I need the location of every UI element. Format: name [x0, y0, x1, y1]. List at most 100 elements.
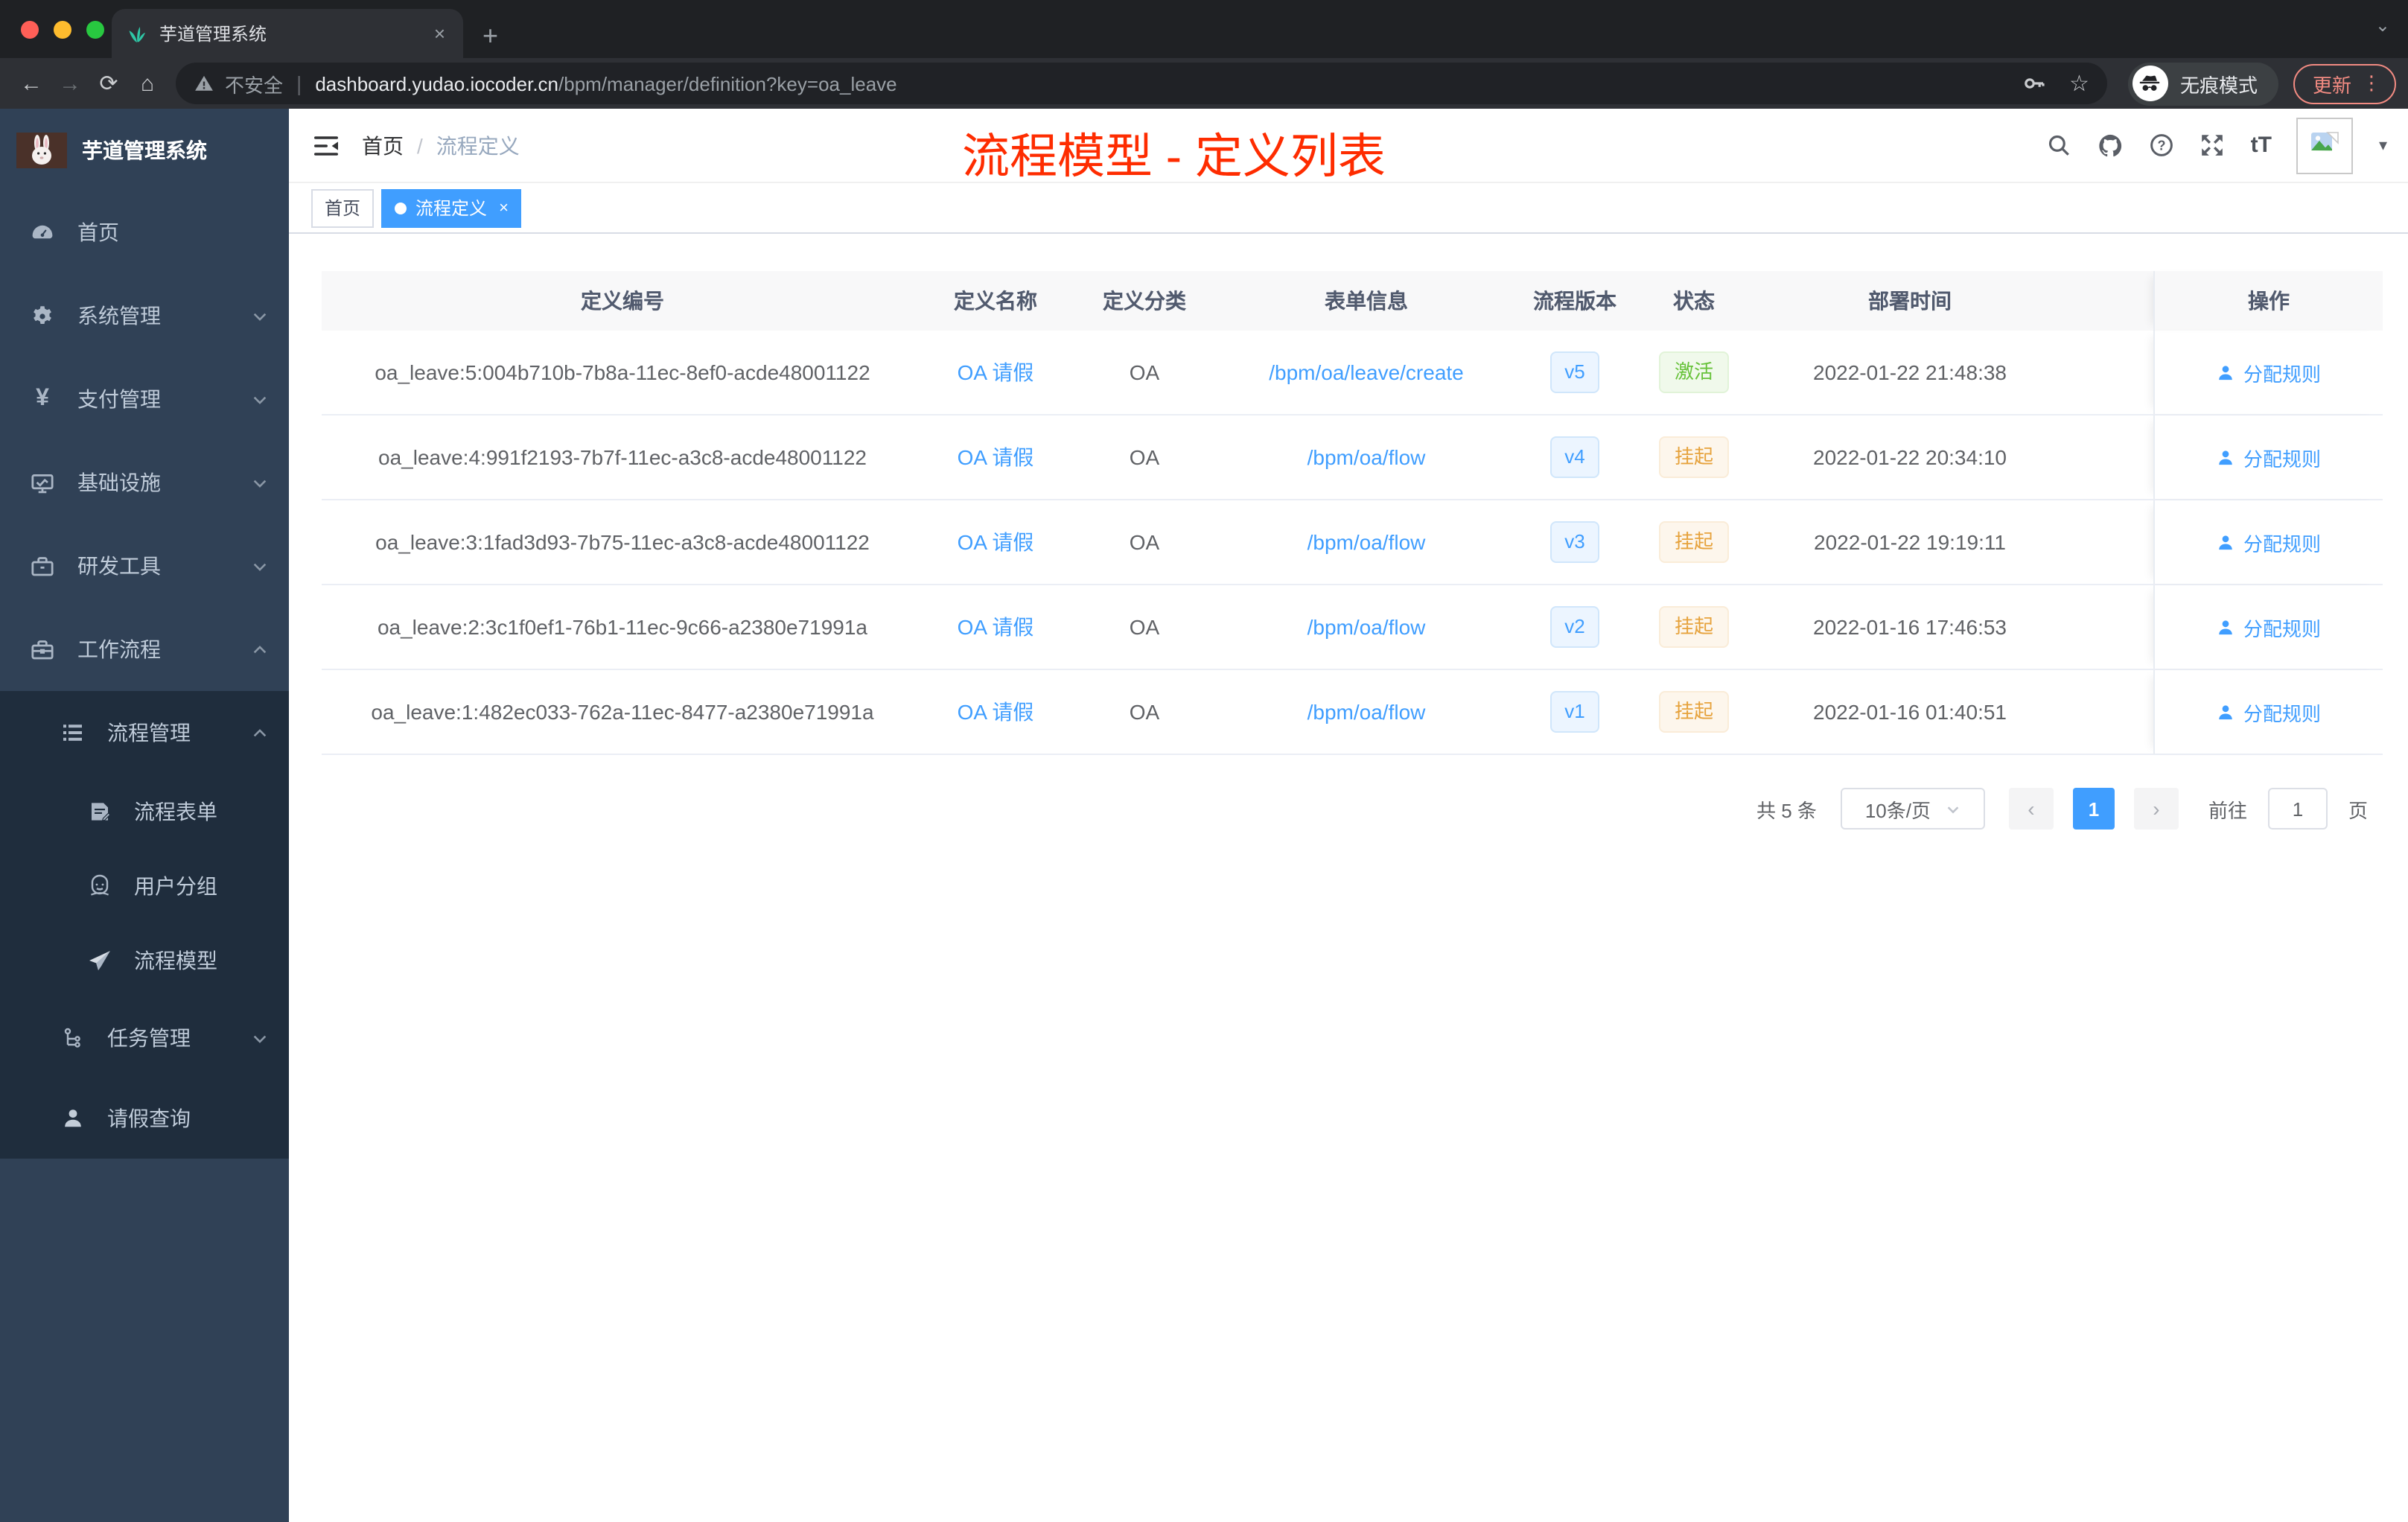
dashboard-icon — [30, 220, 55, 245]
sidebar-item-label: 用户分组 — [134, 874, 217, 898]
browser-tab[interactable]: 芋道管理系统 × — [112, 9, 463, 58]
definition-id: oa_leave:2:3c1f0ef1-76b1-11ec-9c66-a2380… — [377, 615, 867, 639]
sidebar-item-process-form[interactable]: 流程表单 — [0, 774, 289, 849]
tag-process-definition[interactable]: 流程定义 × — [381, 188, 522, 227]
sidebar-item-label: 请假查询 — [107, 1107, 191, 1130]
forward-icon[interactable]: → — [51, 71, 89, 96]
form-edit-icon — [86, 800, 112, 824]
sidebar-item-system[interactable]: 系统管理 — [0, 274, 289, 357]
pagination: 共 5 条 10条/页 ‹ 1 › 前往 页 — [322, 788, 2383, 830]
bookmark-star-icon[interactable]: ☆ — [2069, 70, 2089, 97]
definition-category: OA — [1129, 360, 1160, 384]
definition-id: oa_leave:1:482ec033-762a-11ec-8477-a2380… — [371, 700, 874, 724]
sidebar-item-user-group[interactable]: 用户分组 — [0, 849, 289, 923]
sidebar-item-label: 首页 — [77, 220, 119, 244]
browser-menu-update-button[interactable]: 更新 ⋮ — [2293, 63, 2396, 104]
close-window-button[interactable] — [21, 21, 39, 39]
sidebar-item-leave-query[interactable]: 请假查询 — [0, 1078, 289, 1159]
browser-tab-strip: 芋道管理系统 × + ⌄ — [0, 0, 2408, 58]
avatar-caret-down-icon[interactable]: ▾ — [2379, 136, 2387, 155]
sidebar-item-process-model[interactable]: 流程模型 — [0, 923, 289, 998]
version-tag: v4 — [1549, 436, 1600, 478]
goto-page-input[interactable] — [2267, 788, 2328, 830]
sidebar-item-payment[interactable]: ¥ 支付管理 — [0, 357, 289, 441]
sidebar-item-workflow[interactable]: 工作流程 — [0, 608, 289, 691]
new-tab-button[interactable]: + — [482, 22, 498, 49]
sidebar-toggle-hamburger-icon[interactable] — [289, 133, 362, 157]
github-icon[interactable] — [2098, 132, 2124, 159]
yen-icon: ¥ — [36, 386, 49, 411]
form-link[interactable]: /bpm/oa/leave/create — [1269, 360, 1464, 384]
back-icon[interactable]: ← — [12, 71, 51, 96]
definition-name-link[interactable]: OA 请假 — [958, 527, 1034, 557]
sidebar-item-home[interactable]: 首页 — [0, 191, 289, 274]
definition-name-link[interactable]: OA 请假 — [958, 697, 1034, 727]
paper-plane-icon — [86, 949, 112, 972]
assign-rule-button[interactable]: 分配规则 — [2217, 443, 2321, 471]
current-page-button[interactable]: 1 — [2072, 788, 2115, 830]
form-link[interactable]: /bpm/oa/flow — [1307, 700, 1426, 724]
home-icon[interactable]: ⌂ — [128, 71, 167, 96]
sidebar-item-process-manage[interactable]: 流程管理 — [0, 691, 289, 774]
status-tag: 挂起 — [1659, 691, 1728, 733]
deploy-time: 2022-01-22 21:48:38 — [1813, 360, 2007, 384]
tab-search-icon[interactable]: ⌄ — [2375, 15, 2390, 36]
sidebar-item-label: 任务管理 — [107, 1026, 191, 1050]
assign-rule-button[interactable]: 分配规则 — [2217, 528, 2321, 556]
page-size-select[interactable]: 10条/页 — [1840, 788, 1985, 830]
sidebar-item-devtools[interactable]: 研发工具 — [0, 524, 289, 608]
tags-view-bar: 首页 流程定义 × — [289, 183, 2408, 234]
sidebar-item-label: 支付管理 — [77, 387, 161, 411]
status-tag: 挂起 — [1659, 436, 1728, 478]
tag-home[interactable]: 首页 — [311, 188, 375, 227]
sidebar-item-infrastructure[interactable]: 基础设施 — [0, 441, 289, 524]
workflow-submenu: 流程管理 流程表单 用户分组 流程模型 任务管理 请假查询 — [0, 691, 289, 1159]
fullscreen-icon[interactable] — [2200, 133, 2226, 158]
breadcrumb-home[interactable]: 首页 — [362, 130, 404, 160]
form-link[interactable]: /bpm/oa/flow — [1307, 615, 1426, 639]
col-header-category: 定义分类 — [1103, 289, 1186, 313]
col-header-version: 流程版本 — [1533, 289, 1617, 313]
next-page-button[interactable]: › — [2133, 788, 2179, 830]
tab-close-icon[interactable]: × — [431, 22, 448, 45]
table-row: oa_leave:5:004b710b-7b8a-11ec-8ef0-acde4… — [322, 331, 2383, 415]
tag-label: 流程定义 — [415, 198, 488, 219]
update-label: 更新 — [2312, 74, 2351, 96]
incognito-icon — [2132, 66, 2168, 101]
definition-name-link[interactable]: OA 请假 — [958, 357, 1034, 387]
form-link[interactable]: /bpm/oa/flow — [1307, 530, 1426, 554]
version-tag: v5 — [1549, 351, 1600, 393]
svg-text:?: ? — [2158, 138, 2166, 153]
chevron-down-icon — [252, 474, 268, 491]
url-domain: dashboard.yudao.iocoder.cn — [315, 72, 559, 95]
assign-rule-label: 分配规则 — [2243, 617, 2321, 640]
help-question-icon[interactable]: ? — [2150, 133, 2175, 158]
chevron-up-icon — [252, 641, 268, 657]
assign-rule-button[interactable]: 分配规则 — [2217, 613, 2321, 641]
tab-title: 芋道管理系统 — [159, 24, 267, 45]
chevron-up-icon — [252, 725, 268, 741]
prev-page-button[interactable]: ‹ — [2008, 788, 2054, 830]
minimize-window-button[interactable] — [54, 21, 71, 39]
avatar-broken-image[interactable] — [2296, 117, 2354, 173]
font-size-icon[interactable]: tT — [2251, 133, 2272, 158]
reload-icon[interactable]: ⟳ — [89, 70, 128, 97]
sidebar-item-task-manage[interactable]: 任务管理 — [0, 998, 289, 1078]
breadcrumb-separator: / — [417, 133, 423, 157]
search-icon[interactable] — [2047, 133, 2072, 158]
assign-rule-button[interactable]: 分配规则 — [2217, 698, 2321, 726]
definition-name-link[interactable]: OA 请假 — [958, 442, 1034, 472]
definition-category: OA — [1129, 530, 1160, 554]
definition-category: OA — [1129, 615, 1160, 639]
password-key-icon[interactable] — [2022, 71, 2045, 95]
definition-name-link[interactable]: OA 请假 — [958, 612, 1034, 642]
zoom-window-button[interactable] — [86, 21, 104, 39]
assign-rule-button[interactable]: 分配规则 — [2217, 358, 2321, 386]
address-bar[interactable]: 不安全 | dashboard.yudao.iocoder.cn /bpm/ma… — [176, 63, 2107, 104]
briefcase-icon — [30, 637, 55, 662]
tab-favicon-plant-icon — [127, 23, 147, 44]
tag-close-icon[interactable]: × — [499, 199, 509, 217]
definition-category: OA — [1129, 700, 1160, 724]
definition-id: oa_leave:4:991f2193-7b7f-11ec-a3c8-acde4… — [378, 445, 867, 469]
form-link[interactable]: /bpm/oa/flow — [1307, 445, 1426, 469]
